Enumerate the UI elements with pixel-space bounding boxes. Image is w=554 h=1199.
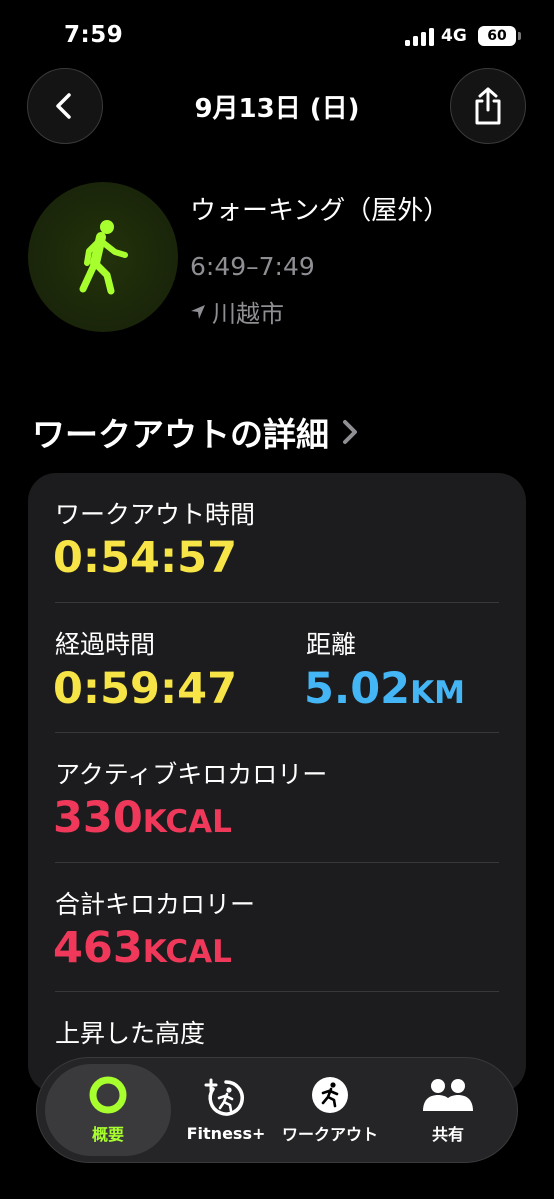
total-calories-number: 463 (53, 923, 143, 973)
walking-figure-icon (79, 220, 128, 295)
tab-sharing[interactable]: 共有 (393, 1058, 503, 1162)
workout-name: ウォーキング（屋外） (190, 196, 450, 226)
cellular-signal-icon (405, 28, 435, 46)
battery-icon: 60 (478, 26, 516, 46)
tab-workout-label: ワークアウト (281, 1125, 378, 1144)
total-calories-label: 合計キロカロリー (55, 890, 256, 919)
tab-summary-label: 概要 (91, 1125, 124, 1144)
tab-bar: 概要 Fitness+ ワークアウト 共有 (36, 1057, 518, 1163)
workout-time-value: 0:54:57 (53, 533, 237, 583)
location-name: 川越市 (212, 300, 284, 328)
active-calories-unit: KCAL (142, 804, 232, 840)
workout-time-range: 6:49–7:49 (190, 252, 315, 281)
total-calories-value: 463KCAL (53, 923, 232, 973)
divider (55, 991, 499, 992)
share-icon (475, 87, 501, 125)
share-button[interactable] (450, 68, 526, 144)
status-time: 7:59 (64, 22, 124, 48)
total-calories-unit: KCAL (142, 934, 232, 970)
active-calories-number: 330 (53, 793, 143, 843)
divider (55, 602, 499, 603)
chevron-right-icon (343, 420, 357, 444)
workout-details-card[interactable]: ワークアウト時間 0:54:57 経過時間 0:59:47 距離 5.02KM … (28, 473, 526, 1093)
section-title: ワークアウトの詳細 (32, 415, 329, 454)
workout-location: 川越市 (190, 294, 284, 329)
elapsed-time-value: 0:59:47 (53, 664, 237, 714)
tab-sharing-label: 共有 (431, 1125, 464, 1144)
battery-cap (518, 32, 521, 40)
distance-unit: KM (410, 675, 465, 711)
tab-fitness-plus-label: Fitness+ (186, 1123, 266, 1143)
elapsed-time-label: 経過時間 (55, 630, 156, 659)
distance-value: 5.02KM (304, 664, 465, 714)
workout-details-link[interactable]: ワークアウトの詳細 (32, 408, 359, 456)
active-calories-label: アクティブキロカロリー (55, 760, 328, 789)
workout-time-label: ワークアウト時間 (55, 500, 256, 529)
running-figure-icon (312, 1077, 348, 1113)
divider (55, 732, 499, 733)
elevation-gain-label: 上昇した高度 (55, 1019, 206, 1048)
tab-workout[interactable]: ワークアウト (275, 1058, 385, 1162)
network-type: 4G (441, 26, 467, 46)
tab-summary[interactable]: 概要 (45, 1064, 171, 1156)
fitness-plus-icon (204, 1078, 244, 1116)
people-icon (423, 1079, 473, 1111)
workout-type-badge (28, 182, 178, 332)
status-bar: 7:59 4G 60 (0, 0, 554, 70)
tab-fitness-plus[interactable]: Fitness+ (171, 1058, 281, 1162)
divider (55, 862, 499, 863)
activity-ring-icon (89, 1076, 127, 1114)
location-arrow-icon (191, 304, 205, 319)
active-calories-value: 330KCAL (53, 793, 232, 843)
distance-number: 5.02 (304, 664, 411, 714)
distance-label: 距離 (306, 630, 357, 659)
